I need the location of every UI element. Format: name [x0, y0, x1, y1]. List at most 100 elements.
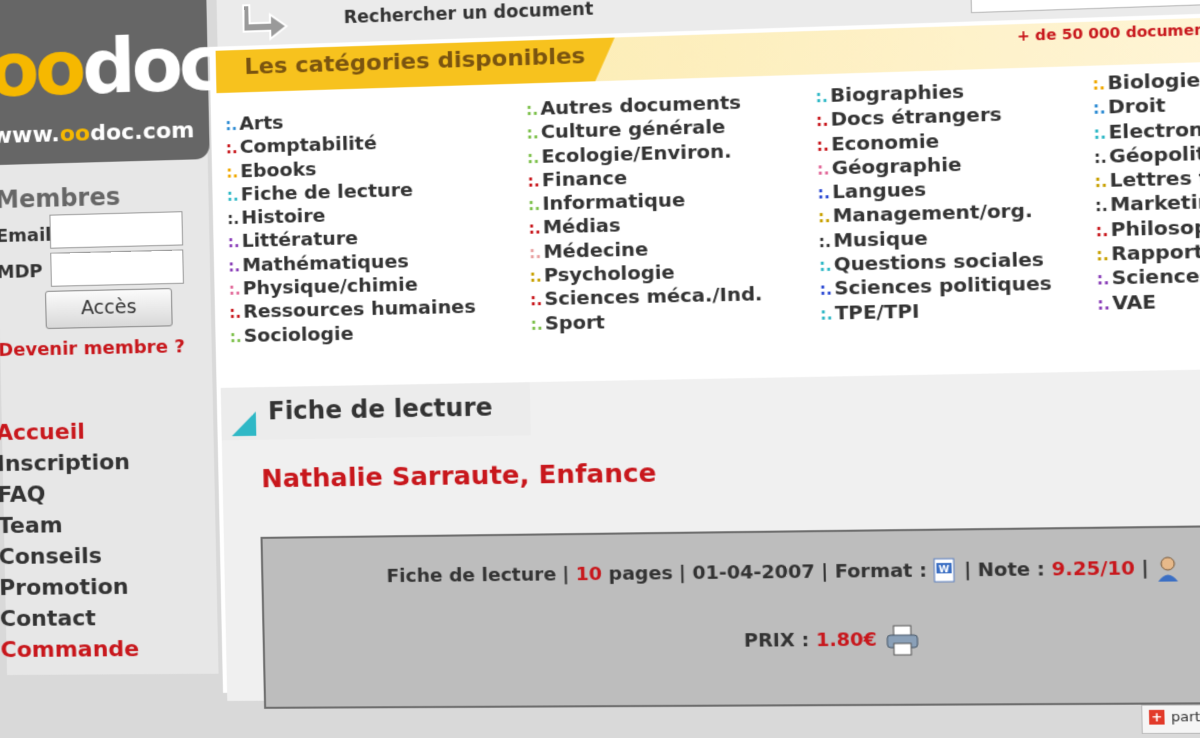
- sidebar-nav-item[interactable]: Team: [0, 509, 137, 542]
- category-label: Informatique: [542, 189, 686, 216]
- share-button[interactable]: + partager: [1141, 704, 1200, 735]
- category-link[interactable]: :.Philosophie: [1095, 213, 1200, 243]
- document-meta: Fiche de lecture | 10 pages | 01-04-2007 | For…: [386, 555, 1180, 590]
- corner-triangle-icon: [231, 411, 257, 437]
- sidebar: oodoc www.oodoc.com Membres Email MDP Ac…: [0, 0, 220, 676]
- category-label: TPE/TPI: [834, 300, 920, 325]
- bullet-icon: :.: [229, 327, 242, 346]
- category-label: Finance: [541, 167, 628, 192]
- print-icon[interactable]: [883, 623, 920, 659]
- category-label: VAE: [1111, 291, 1157, 315]
- sidebar-nav-item[interactable]: Conseils: [0, 540, 138, 573]
- search-input[interactable]: [970, 0, 1200, 14]
- pages-label: pages: [608, 562, 673, 586]
- bullet-icon: :.: [528, 219, 541, 239]
- category-label: Physique/chimie: [242, 274, 418, 300]
- logo: oodoc: [0, 20, 221, 115]
- category-link[interactable]: :.Sociologie: [230, 320, 477, 349]
- category-label: Sport: [544, 311, 606, 335]
- password-label: MDP: [0, 260, 43, 284]
- bullet-icon: :.: [818, 256, 832, 276]
- category-label: Ecologie/Environ.: [541, 140, 732, 168]
- category-label: Biographies: [829, 81, 965, 108]
- bullet-icon: :.: [815, 87, 829, 107]
- category-link[interactable]: :.Sciences méca./Ind.: [530, 283, 763, 312]
- bullet-icon: :.: [1093, 123, 1107, 143]
- category-label: Langues: [831, 179, 927, 204]
- category-link[interactable]: :.Ressources humaines: [229, 296, 476, 325]
- sidebar-nav-item[interactable]: FAQ: [0, 478, 136, 511]
- bullet-icon: :.: [530, 315, 544, 334]
- note-value: 9.25/10: [1051, 557, 1136, 581]
- category-label: Philosophie: [1110, 215, 1200, 242]
- category-link[interactable]: :.Rapports de stage: [1096, 237, 1200, 267]
- main-content: Les catégories disponibles + de 50 000 d…: [209, 11, 1200, 735]
- bullet-icon: :.: [1095, 245, 1110, 265]
- bullet-icon: :.: [817, 183, 831, 203]
- sidebar-nav-item[interactable]: Commande: [0, 634, 139, 666]
- note-label: Note :: [977, 558, 1046, 582]
- bullet-icon: :.: [818, 232, 832, 252]
- category-link[interactable]: :.Sport: [530, 307, 763, 336]
- category-column-4: :.Biologie:.Droit:.Electronique:.Géopoli…: [1092, 65, 1200, 316]
- category-link[interactable]: :.Biologie: [1092, 65, 1200, 96]
- category-label: Sciences politiques: [834, 273, 1052, 301]
- document-title: Nathalie Sarraute, Enfance: [260, 457, 657, 494]
- doc-type: Fiche de lecture: [386, 564, 557, 588]
- category-label: Questions sociales: [833, 249, 1045, 277]
- category-label: Management/org.: [832, 200, 1033, 228]
- category-link[interactable]: :.Sciences sociales: [1096, 262, 1200, 292]
- price-label: PRIX :: [743, 629, 810, 652]
- category-label: Littérature: [241, 228, 359, 253]
- sidebar-nav-item[interactable]: Contact: [0, 603, 139, 635]
- category-label: Histoire: [240, 205, 326, 230]
- bullet-icon: :.: [225, 115, 238, 135]
- bullet-icon: :.: [819, 304, 833, 324]
- password-field[interactable]: [50, 249, 184, 287]
- category-link[interactable]: :.TPE/TPI: [820, 297, 1053, 326]
- access-button[interactable]: Accès: [45, 288, 173, 330]
- category-label: Arts: [239, 112, 284, 135]
- bullet-icon: :.: [1096, 270, 1110, 290]
- category-label: Fiche de lecture: [240, 179, 414, 206]
- category-label: Economie: [830, 130, 940, 156]
- category-link[interactable]: :.Sciences politiques: [819, 272, 1052, 301]
- word-document-icon[interactable]: W: [934, 558, 958, 585]
- page-count: 10: [575, 563, 603, 586]
- document-section: Fiche de lecture Nathalie Sarraute, Enfa…: [220, 368, 1200, 735]
- category-link[interactable]: :.Marketing: [1095, 188, 1200, 218]
- email-field[interactable]: [49, 211, 184, 249]
- search-label: Rechercher un document: [343, 0, 594, 29]
- bullet-icon: :.: [528, 243, 542, 263]
- bullet-icon: :.: [529, 291, 543, 310]
- bullet-icon: :.: [1092, 99, 1106, 119]
- sidebar-nav-item[interactable]: Inscription: [0, 447, 136, 480]
- price-line: PRIX : 1.80€: [744, 623, 921, 660]
- bullet-icon: :.: [525, 100, 539, 120]
- sidebar-nav-item[interactable]: Accueil: [0, 416, 135, 449]
- category-label: Sociologie: [243, 323, 354, 347]
- bullet-icon: :.: [225, 139, 238, 158]
- category-column-1: :.Arts:.Comptabilité:.Ebooks:.Fiche de l…: [225, 106, 476, 349]
- logo-area[interactable]: oodoc www.oodoc.com: [0, 0, 220, 166]
- category-label: Sciences sociales: [1111, 263, 1200, 290]
- become-member-link[interactable]: Devenir membre ?: [0, 336, 185, 361]
- bullet-icon: :.: [229, 304, 242, 323]
- category-label: Droit: [1107, 95, 1166, 119]
- bullet-icon: :.: [1093, 147, 1108, 168]
- category-label: Lettres types: [1109, 166, 1200, 193]
- format-label: Format :: [834, 560, 928, 583]
- category-label: Psychologie: [543, 262, 675, 287]
- bullet-icon: :.: [816, 159, 830, 179]
- user-icon[interactable]: [1155, 555, 1180, 583]
- category-column-3: :.Biographies:.Docs étrangers:.Economie:…: [815, 78, 1052, 326]
- category-link[interactable]: :.VAE: [1097, 287, 1200, 316]
- category-label: Culture générale: [540, 116, 726, 144]
- category-label: Marketing: [1109, 191, 1200, 217]
- bullet-icon: :.: [815, 111, 829, 131]
- document-info-box: Fiche de lecture | 10 pages | 01-04-2007 | For…: [260, 524, 1200, 709]
- category-label: Electronique: [1108, 117, 1200, 144]
- bullet-icon: :.: [227, 233, 240, 252]
- sidebar-nav-item[interactable]: Promotion: [0, 572, 138, 604]
- bullet-icon: :.: [526, 148, 540, 167]
